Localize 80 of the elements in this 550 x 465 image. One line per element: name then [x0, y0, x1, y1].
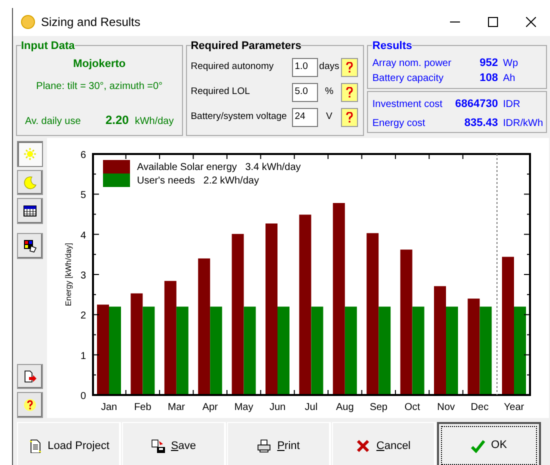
tick-label: 0	[80, 391, 86, 402]
result-unit: IDR	[502, 98, 522, 112]
tool-button[interactable]	[17, 364, 43, 390]
help-button[interactable]	[340, 58, 358, 76]
app-icon	[21, 15, 35, 29]
help-button[interactable]	[340, 82, 358, 102]
question-mark-icon	[346, 62, 353, 72]
sun-icon	[23, 146, 37, 161]
result-unit: IDR/kWh	[502, 117, 542, 131]
close-icon	[526, 17, 536, 27]
table-icon	[23, 204, 37, 218]
check-icon	[471, 438, 486, 452]
question-mark-icon	[346, 112, 353, 122]
parameter-field[interactable]: 24	[292, 108, 318, 126]
tick-label: Mar	[168, 402, 186, 413]
legend-label: User's needs 2.2 kWh/day	[137, 176, 259, 186]
palette-icon	[23, 238, 37, 253]
daily-use-unit: kWh/day	[134, 115, 174, 129]
panel-title: Required Parameters	[190, 38, 302, 54]
result-label: Array nom. power	[372, 57, 452, 71]
parameter-field[interactable]: 5.0	[292, 82, 318, 102]
dialog-button[interactable]: Load Project	[17, 422, 121, 465]
tick-label: Jan	[100, 402, 118, 413]
parameter-label: Required autonomy	[190, 60, 275, 74]
tick-label: Oct	[404, 402, 420, 413]
tool-button[interactable]	[17, 233, 43, 259]
dialog-button[interactable]: Print	[227, 422, 331, 465]
export-icon	[23, 370, 37, 384]
parameter-label: Required LOL	[190, 84, 251, 99]
maximize-icon	[488, 17, 498, 27]
disk-icon	[150, 439, 165, 453]
result-value: 952	[480, 56, 498, 71]
help-icon	[23, 398, 37, 412]
unit-label: V	[325, 110, 334, 124]
tick-label: Year	[504, 402, 524, 413]
help-button[interactable]	[340, 108, 358, 126]
tick-label: Nov	[437, 402, 455, 413]
window-title: Sizing and Results	[41, 14, 140, 31]
result-unit: Wp	[502, 57, 519, 71]
panel-title: Input Data	[21, 38, 75, 54]
parameter-field[interactable]: 1.0	[292, 58, 318, 76]
moon-icon	[23, 176, 37, 190]
tick-label: Apr	[202, 402, 218, 413]
cross-icon	[356, 439, 370, 453]
tick-label: 6	[80, 150, 86, 161]
tick-label: 2	[80, 310, 86, 322]
tick-label: Dec	[470, 402, 489, 413]
unit-label: days	[318, 60, 340, 74]
tick-label: 3	[80, 270, 86, 282]
tick-label: 4	[80, 230, 86, 242]
result-unit: Ah	[502, 72, 516, 86]
printer-icon	[257, 439, 272, 453]
daily-use-value: 2.20	[105, 112, 129, 129]
parameter-label: Battery/system voltage	[190, 110, 288, 124]
dialog-button[interactable]: OK	[437, 422, 541, 465]
tick-label: Aug	[336, 402, 354, 413]
result-value: 6864730	[455, 97, 498, 112]
result-label: Investment cost	[372, 98, 442, 112]
daily-use-label: Av. daily use	[25, 115, 81, 129]
result-value: 108	[480, 71, 498, 86]
tick-label: Sep	[370, 402, 388, 413]
plane-text: Plane: tilt = 30°, azimuth =0°	[36, 80, 163, 94]
tick-label: 5	[80, 190, 86, 202]
result-label: Energy cost	[372, 117, 426, 131]
tick-label: Jul	[304, 402, 318, 413]
result-value: 835.43	[464, 116, 498, 131]
unit-label: %	[324, 84, 334, 99]
tick-label: May	[234, 402, 254, 413]
legend-label: Available Solar energy 3.4 kWh/day	[137, 162, 301, 173]
document-icon	[28, 439, 42, 453]
question-mark-icon	[346, 86, 353, 98]
axis-label: Energy [kWh/day]	[64, 242, 73, 306]
tick-label: 1	[80, 350, 86, 362]
result-label: Battery capacity	[372, 72, 444, 86]
dialog-button[interactable]: Cancel	[332, 422, 436, 465]
dialog-button[interactable]: Save	[122, 422, 226, 465]
tick-label: Jun	[269, 402, 286, 413]
tool-button[interactable]	[17, 198, 43, 224]
tick-label: Feb	[134, 402, 152, 413]
site-name: Mojokerto	[73, 57, 126, 72]
